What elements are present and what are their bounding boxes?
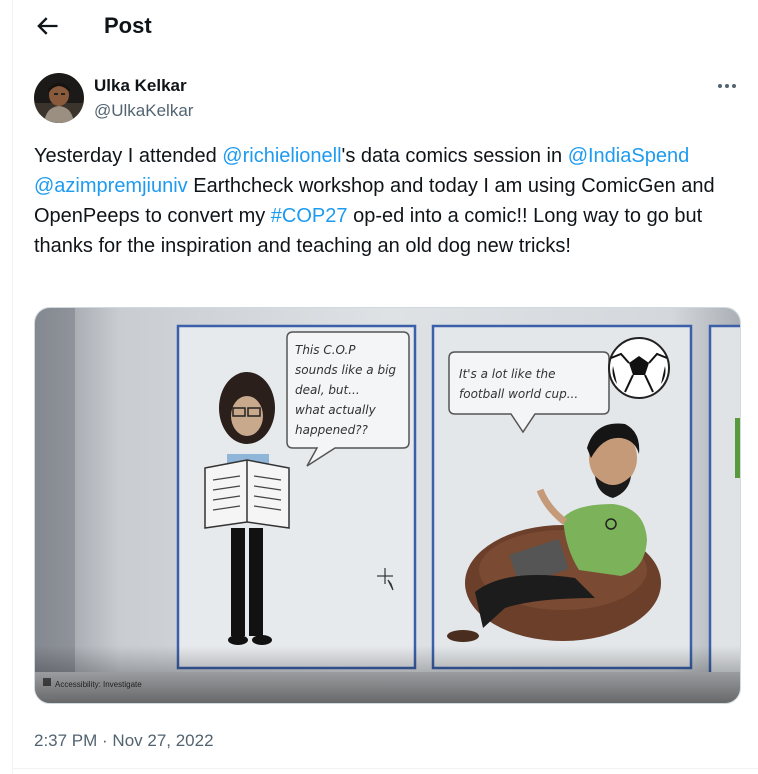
mention-link[interactable]: @IndiaSpend <box>568 145 690 167</box>
hashtag-link[interactable]: #COP27 <box>271 205 348 227</box>
mention-link[interactable]: @azimpremjiuniv <box>34 175 188 197</box>
mention-link[interactable]: @richielionell <box>222 145 341 167</box>
tweet-photo[interactable]: This C.O.Psounds like a bigdeal, but...w… <box>34 307 741 704</box>
divider <box>13 768 758 769</box>
timestamp-separator: · <box>97 731 113 750</box>
post-page: Post Ulka Kelkar @UlkaKelkar Yesterday I… <box>12 0 758 774</box>
page-title: Post <box>104 13 152 38</box>
arrow-left-icon <box>37 17 58 35</box>
more-horizontal-icon <box>718 84 736 88</box>
post-timestamp: 2:37 PM · Nov 27, 2022 <box>34 730 214 752</box>
tweet-text: Yesterday I attended @richielionell's da… <box>34 141 749 261</box>
comic-photo: This C.O.Psounds like a bigdeal, but...w… <box>35 308 740 703</box>
post-date[interactable]: Nov 27, 2022 <box>112 731 213 750</box>
avatar-image <box>34 73 84 123</box>
tweet-text-segment: Yesterday I attended <box>34 145 223 167</box>
back-button[interactable] <box>33 12 61 40</box>
author-name[interactable]: Ulka Kelkar <box>94 75 187 97</box>
author-handle[interactable]: @UlkaKelkar <box>94 100 193 122</box>
tweet-text-segment: 's data comics session in <box>341 145 568 167</box>
page-header: Post <box>13 0 758 54</box>
more-button[interactable] <box>714 76 740 96</box>
post-time[interactable]: 2:37 PM <box>34 731 97 750</box>
avatar[interactable] <box>34 73 84 123</box>
